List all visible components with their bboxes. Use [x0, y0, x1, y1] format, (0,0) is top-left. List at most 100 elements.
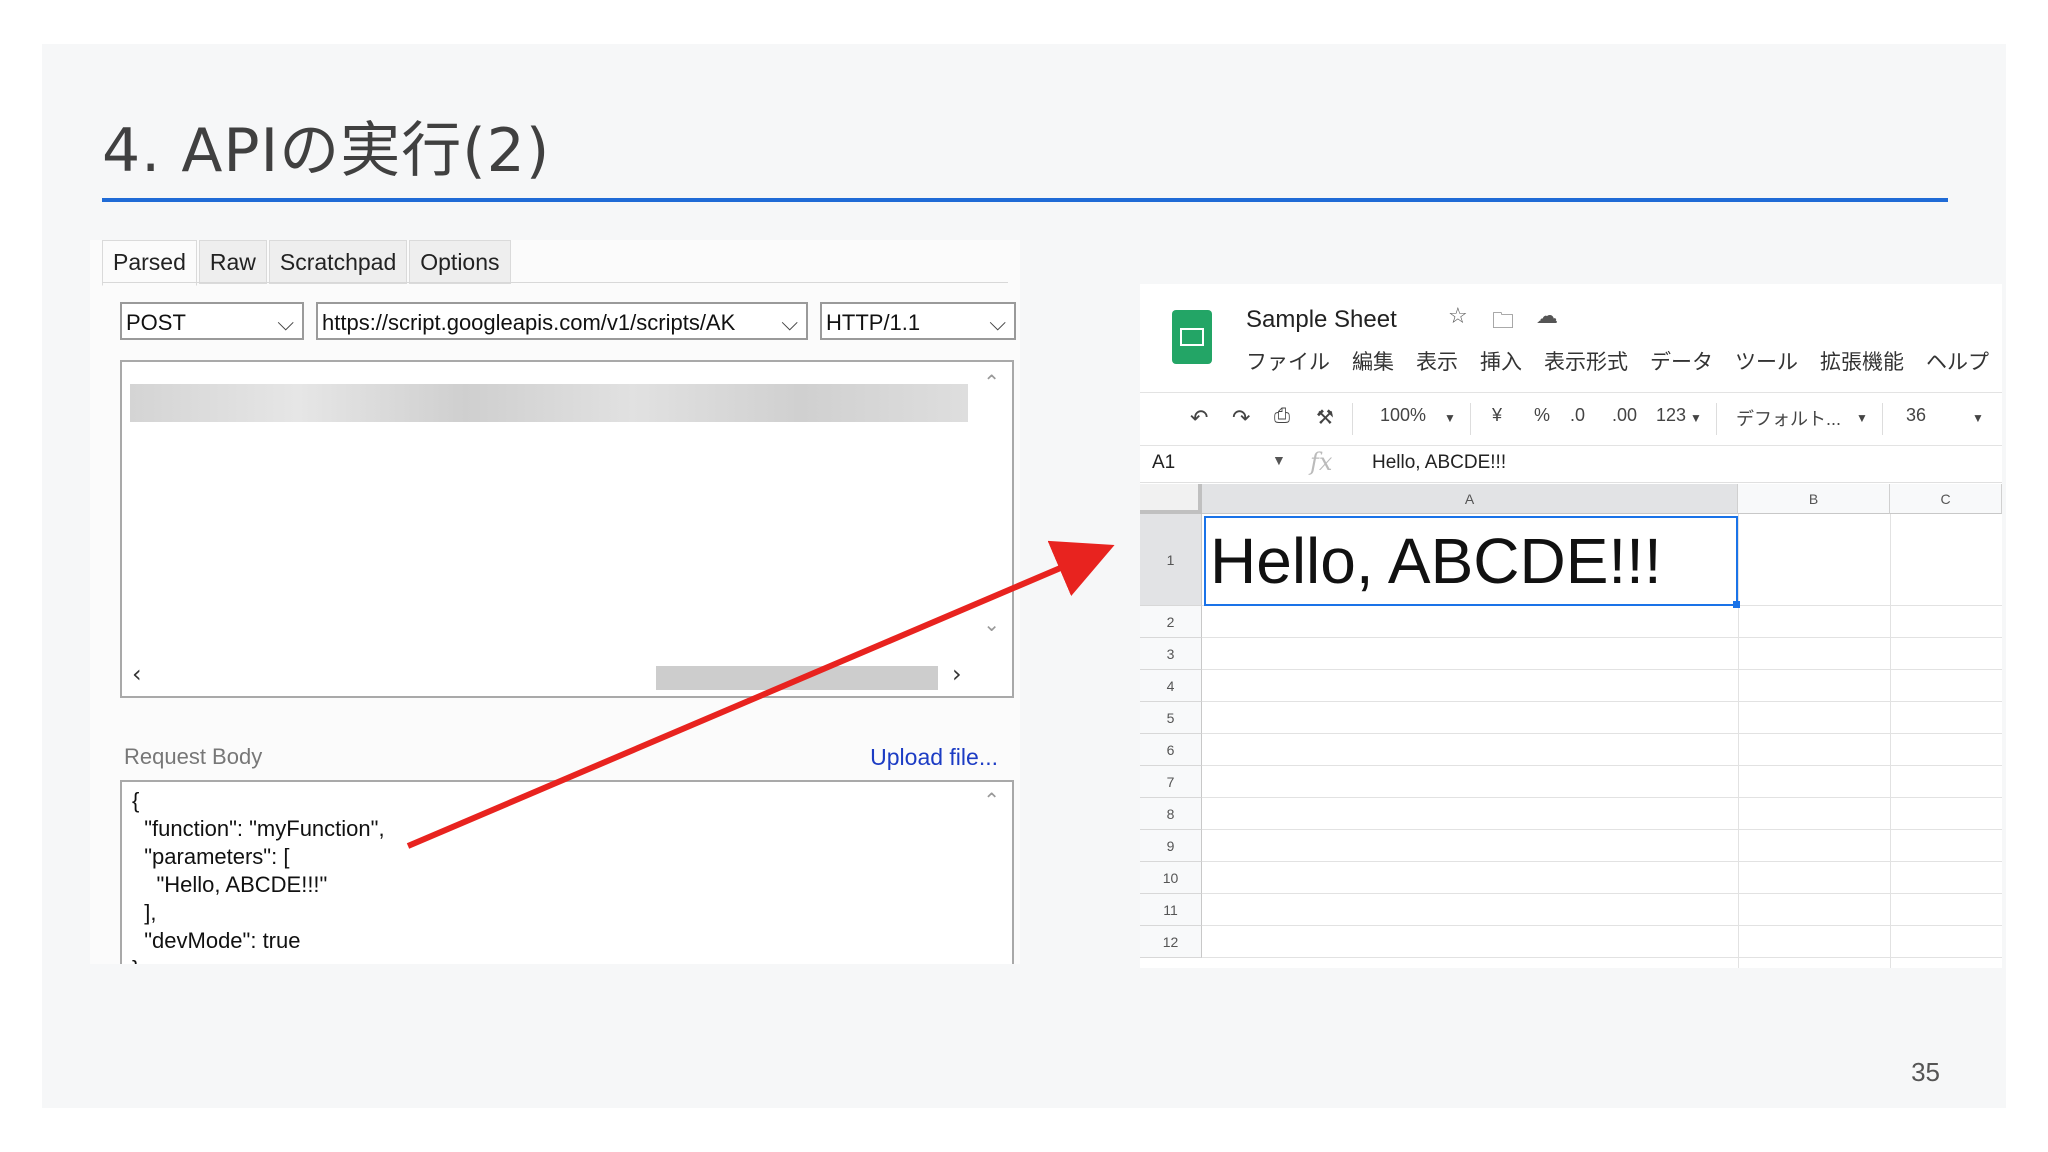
table-row [1202, 862, 2002, 894]
chevron-down-icon[interactable]: ▼ [1272, 452, 1286, 468]
headers-editor[interactable]: ⌃ ⌄ ‹ › [120, 360, 1014, 698]
upload-file-link[interactable]: Upload file... [870, 744, 998, 771]
select-all-corner[interactable] [1140, 484, 1202, 514]
print-icon[interactable]: ⎙ [1274, 405, 1290, 428]
undo-icon[interactable]: ↶ [1190, 405, 1208, 431]
toolbar-divider [1716, 403, 1717, 435]
request-body-label: Request Body [124, 744, 263, 769]
menu-bar: ファイル 編集 表示 挿入 表示形式 データ ツール 拡張機能 ヘルプ [1246, 346, 1989, 376]
code-line: "devMode": true [132, 928, 301, 953]
toolbar-divider [1470, 403, 1471, 435]
code-line: ], [132, 900, 157, 925]
paint-format-icon[interactable]: ⚒ [1316, 405, 1334, 430]
menu-tools[interactable]: ツール [1735, 346, 1798, 376]
url-input[interactable]: https://script.googleapis.com/v1/scripts… [316, 302, 808, 340]
tab-options[interactable]: Options [409, 240, 511, 284]
page-number: 35 [1911, 1057, 1940, 1087]
cloud-status-icon[interactable]: ☁ [1536, 304, 1558, 329]
increase-decimal-button[interactable]: .00 [1612, 405, 1637, 426]
row-header[interactable]: 11 [1140, 894, 1202, 926]
column-header-a[interactable]: A [1202, 484, 1738, 514]
toolbar-divider [1352, 403, 1353, 435]
row-header[interactable]: 5 [1140, 702, 1202, 734]
menu-help[interactable]: ヘルプ [1926, 346, 1989, 376]
menu-format[interactable]: 表示形式 [1544, 346, 1628, 376]
scroll-up-icon[interactable]: ⌃ [983, 788, 1000, 812]
decrease-decimal-button[interactable]: .0 [1570, 405, 1585, 426]
menu-extensions[interactable]: 拡張機能 [1820, 346, 1904, 376]
font-size-select[interactable]: 36 [1906, 405, 1926, 426]
slide-title: 4. APIの実行(2) [102, 116, 551, 186]
tab-scratchpad[interactable]: Scratchpad [268, 240, 408, 284]
horizontal-scrollbar[interactable]: ‹ › [126, 660, 964, 692]
row-header[interactable]: 3 [1140, 638, 1202, 670]
spreadsheet-grid[interactable]: A B C 1 2 3 4 5 6 7 8 9 10 11 12 Hello, … [1140, 484, 2002, 968]
percent-format-button[interactable]: % [1534, 405, 1550, 426]
scrollbar-thumb[interactable] [656, 666, 938, 690]
code-line: "parameters": [ [132, 844, 290, 869]
document-title[interactable]: Sample Sheet [1246, 306, 1397, 334]
move-to-folder-icon[interactable]: 🗀 [1492, 304, 1514, 342]
name-box[interactable]: A1 [1152, 452, 1175, 474]
function-icon: fx [1310, 448, 1333, 476]
formula-input[interactable]: Hello, ABCDE!!! [1372, 452, 1506, 474]
table-row [1202, 798, 2002, 830]
font-select[interactable]: デフォルト... [1736, 405, 1841, 431]
table-row [1202, 670, 2002, 702]
chevron-down-icon: ⌵ [989, 310, 1006, 335]
menu-data[interactable]: データ [1650, 346, 1713, 376]
menu-insert[interactable]: 挿入 [1480, 346, 1522, 376]
request-body-editor[interactable]: { "function": "myFunction", "parameters"… [120, 780, 1014, 964]
row-header[interactable]: 7 [1140, 766, 1202, 798]
currency-format-button[interactable]: ¥ [1492, 405, 1502, 426]
row-header[interactable]: 10 [1140, 862, 1202, 894]
toolbar-divider [1882, 403, 1883, 435]
chevron-down-icon[interactable]: ▼ [1690, 411, 1702, 425]
row-header[interactable]: 12 [1140, 926, 1202, 958]
row-header[interactable]: 2 [1140, 606, 1202, 638]
redacted-header [130, 384, 968, 422]
table-row [1202, 766, 2002, 798]
scroll-down-icon[interactable]: ⌄ [983, 612, 1000, 636]
chevron-down-icon[interactable]: ▼ [1972, 411, 1984, 425]
menu-edit[interactable]: 編集 [1352, 346, 1394, 376]
zoom-select[interactable]: 100% [1380, 405, 1426, 426]
chevron-down-icon[interactable]: ▼ [1444, 411, 1456, 425]
fill-handle[interactable] [1733, 601, 1740, 608]
tabs-divider [102, 282, 1008, 283]
tab-parsed[interactable]: Parsed [102, 240, 197, 286]
table-row [1202, 894, 2002, 926]
request-tabs: Parsed Raw Scratchpad Options [102, 240, 513, 286]
method-select[interactable]: POST ⌵ [120, 302, 304, 340]
column-header-c[interactable]: C [1890, 484, 2002, 514]
menu-view[interactable]: 表示 [1416, 346, 1458, 376]
code-line: "Hello, ABCDE!!!" [132, 872, 328, 897]
number-format-select[interactable]: 123 [1656, 405, 1686, 426]
protocol-select[interactable]: HTTP/1.1 ⌵ [820, 302, 1016, 340]
sheets-logo-icon[interactable] [1172, 310, 1212, 364]
formula-bar: A1 ▼ fx Hello, ABCDE!!! [1140, 446, 2002, 483]
cell-a1[interactable]: Hello, ABCDE!!! [1204, 516, 1738, 606]
request-tool-panel: Parsed Raw Scratchpad Options POST ⌵ htt… [90, 240, 1020, 964]
row-header[interactable]: 1 [1140, 514, 1202, 606]
row-header[interactable]: 8 [1140, 798, 1202, 830]
table-row [1202, 606, 2002, 638]
chevron-down-icon: ⌵ [277, 310, 294, 335]
column-header-b[interactable]: B [1738, 484, 1890, 514]
menu-file[interactable]: ファイル [1246, 346, 1330, 376]
table-row [1202, 926, 2002, 958]
scroll-left-icon[interactable]: ‹ [132, 660, 142, 688]
row-header[interactable]: 6 [1140, 734, 1202, 766]
table-row [1202, 702, 2002, 734]
chevron-down-icon: ⌵ [777, 304, 798, 338]
row-header[interactable]: 4 [1140, 670, 1202, 702]
protocol-value: HTTP/1.1 [826, 310, 921, 335]
chevron-down-icon[interactable]: ▼ [1856, 411, 1868, 425]
row-header[interactable]: 9 [1140, 830, 1202, 862]
tab-raw[interactable]: Raw [198, 240, 267, 284]
redo-icon[interactable]: ↷ [1232, 405, 1250, 431]
star-icon[interactable]: ☆ [1448, 304, 1468, 329]
scroll-right-icon[interactable]: › [952, 660, 962, 688]
scroll-up-icon[interactable]: ⌃ [983, 370, 1000, 394]
code-line: } [132, 956, 139, 964]
